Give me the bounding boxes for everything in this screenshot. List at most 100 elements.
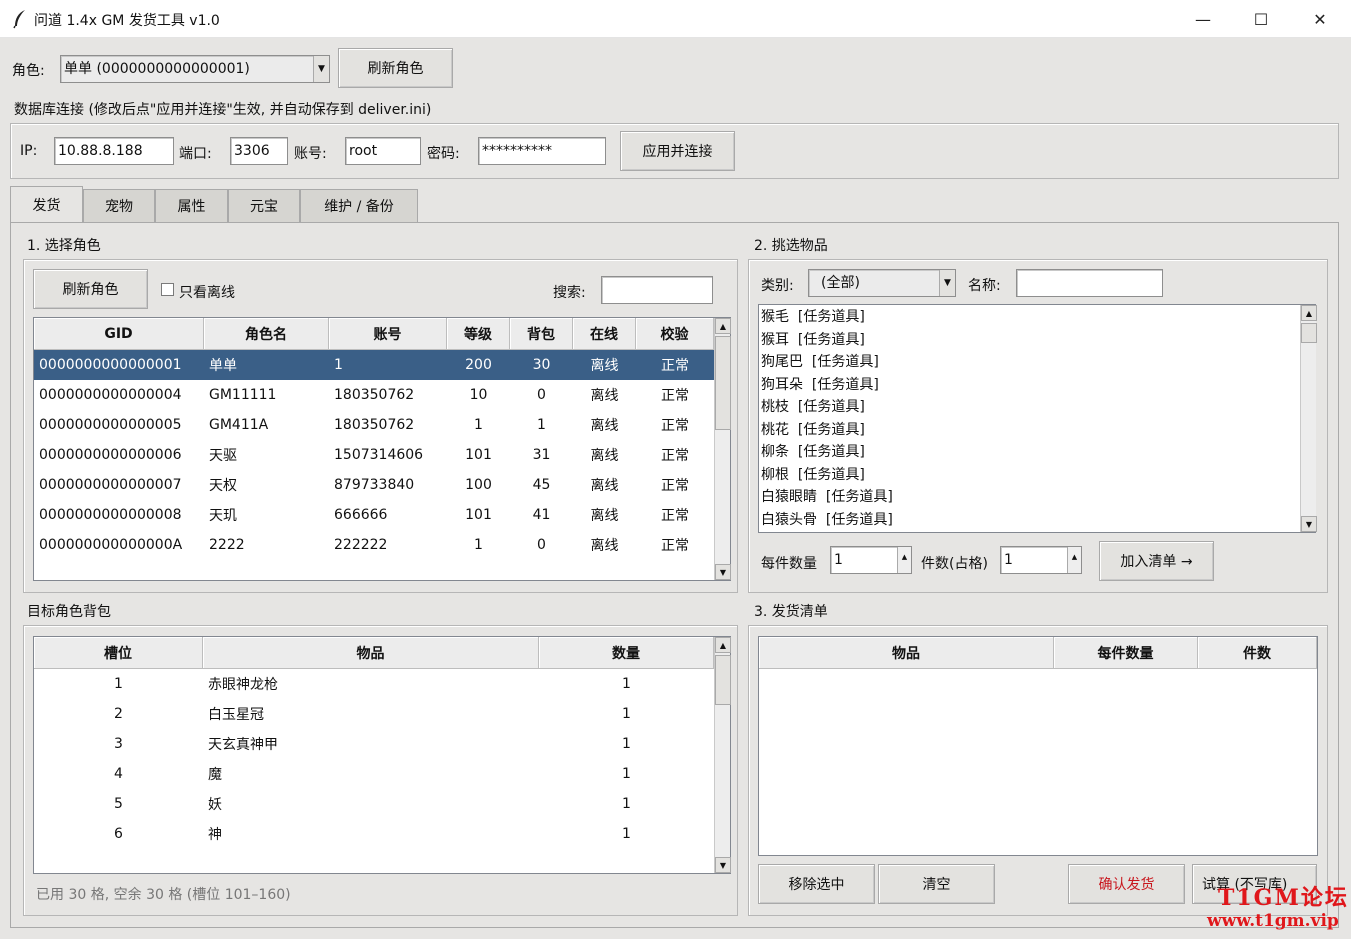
- db-section-title: 数据库连接 (修改后点"应用并连接"生效, 并自动保存到 deliver.ini…: [14, 102, 432, 118]
- tab-maintenance[interactable]: 维护 / 备份: [300, 189, 418, 222]
- scroll-up-icon[interactable]: ▲: [715, 637, 731, 653]
- table-row[interactable]: 0000000000000007 天权 879733840 100 45 离线 正常: [34, 470, 730, 500]
- table-row[interactable]: 2 白玉星冠 1: [34, 699, 730, 729]
- top-refresh-role-button[interactable]: 刷新角色: [338, 48, 453, 88]
- role-table-scrollbar[interactable]: ▲ ▼: [714, 318, 731, 580]
- role-search-input[interactable]: [601, 276, 713, 304]
- table-cell: 0000000000000008: [39, 507, 182, 523]
- maximize-button[interactable]: ☐: [1232, 0, 1290, 38]
- table-cell: 1: [622, 766, 631, 782]
- col-level[interactable]: 等级: [447, 318, 510, 350]
- remove-selected-button[interactable]: 移除选中: [758, 864, 875, 904]
- col-quantity[interactable]: 数量: [539, 637, 714, 669]
- table-cell: 天权: [209, 478, 237, 494]
- col-item[interactable]: 物品: [203, 637, 539, 669]
- table-row[interactable]: 5 妖 1: [34, 789, 730, 819]
- tab-yuanbao[interactable]: 元宝: [228, 189, 300, 222]
- scroll-down-icon[interactable]: ▼: [715, 857, 731, 873]
- item-listbox[interactable]: 猴毛 [任务道具] 猴耳 [任务道具] 狗尾巴 [任务道具] 狗耳朵 [任务道具] 桃枝…: [758, 304, 1316, 533]
- col-role-name[interactable]: 角色名: [204, 318, 329, 350]
- col-count[interactable]: 件数: [1198, 637, 1317, 669]
- table-row[interactable]: 0000000000000001 单单 1 200 30 离线 正常: [34, 350, 730, 380]
- col-gid[interactable]: GID: [34, 318, 204, 350]
- table-row[interactable]: 1 赤眼神龙枪 1: [34, 669, 730, 699]
- table-row[interactable]: 6 神 1: [34, 819, 730, 849]
- table-row[interactable]: 0000000000000006 天驱 1507314606 101 31 离线 正常: [34, 440, 730, 470]
- per-qty-label: 每件数量: [761, 556, 817, 572]
- col-per-qty[interactable]: 每件数量: [1054, 637, 1198, 669]
- table-row[interactable]: 0000000000000008 天玑 666666 101 41 离线 正常: [34, 500, 730, 530]
- scroll-thumb[interactable]: [715, 336, 731, 430]
- table-cell: 3: [114, 736, 123, 752]
- bag-table-header: 槽位 物品 数量: [34, 637, 730, 669]
- chevron-down-icon[interactable]: ▼: [939, 270, 955, 296]
- tab-attribute[interactable]: 属性: [155, 189, 228, 222]
- col-account[interactable]: 账号: [329, 318, 447, 350]
- user-field[interactable]: root: [345, 137, 421, 165]
- col-bag[interactable]: 背包: [510, 318, 573, 350]
- list-item[interactable]: 猴毛 [任务道具]: [759, 306, 1315, 329]
- table-cell: 101: [465, 447, 492, 463]
- item-name-search-input[interactable]: [1016, 269, 1163, 297]
- scroll-up-icon[interactable]: ▲: [715, 318, 731, 334]
- minimize-button[interactable]: —: [1174, 0, 1232, 38]
- list-item[interactable]: 狗耳朵 [任务道具]: [759, 374, 1315, 397]
- scroll-thumb[interactable]: [715, 655, 731, 705]
- offline-only-checkbox[interactable]: [161, 283, 174, 296]
- table-row[interactable]: 4 魔 1: [34, 759, 730, 789]
- list-item[interactable]: 桃花 [任务道具]: [759, 419, 1315, 442]
- list-item[interactable]: 白猿眼睛 [任务道具]: [759, 486, 1315, 509]
- category-combobox[interactable]: (全部) ▼: [808, 269, 956, 297]
- per-qty-spinbox[interactable]: 1 ▲▼: [830, 546, 912, 574]
- password-label: 密码:: [427, 146, 460, 162]
- list-item[interactable]: 柳根 [任务道具]: [759, 464, 1315, 487]
- tab-deliver[interactable]: 发货: [10, 186, 83, 223]
- list-item[interactable]: 狗尾巴 [任务道具]: [759, 351, 1315, 374]
- ip-field[interactable]: 10.88.8.188: [54, 137, 174, 165]
- chevron-down-icon[interactable]: ▼: [313, 56, 329, 82]
- tab-pet[interactable]: 宠物: [83, 189, 155, 222]
- close-button[interactable]: ✕: [1291, 0, 1349, 38]
- apply-connect-button[interactable]: 应用并连接: [620, 131, 735, 171]
- scroll-up-icon[interactable]: ▲: [1301, 305, 1317, 321]
- table-row[interactable]: 000000000000000A 2222 222222 1 0 离线 正常: [34, 530, 730, 560]
- table-cell: 1: [622, 706, 631, 722]
- list-item[interactable]: 桃枝 [任务道具]: [759, 396, 1315, 419]
- refresh-role-button[interactable]: 刷新角色: [33, 269, 148, 309]
- table-cell: 正常: [661, 358, 689, 374]
- col-slot[interactable]: 槽位: [34, 637, 203, 669]
- count-spinbox[interactable]: 1 ▲▼: [1000, 546, 1082, 574]
- password-field[interactable]: **********: [478, 137, 606, 165]
- clear-button[interactable]: 清空: [878, 864, 995, 904]
- add-to-list-button[interactable]: 加入清单 →: [1099, 541, 1214, 581]
- col-item[interactable]: 物品: [759, 637, 1054, 669]
- table-cell: 正常: [661, 418, 689, 434]
- table-cell: 正常: [661, 388, 689, 404]
- spin-arrows-icon[interactable]: ▲▼: [1067, 547, 1081, 573]
- scroll-down-icon[interactable]: ▼: [715, 564, 731, 580]
- table-cell: 180350762: [334, 417, 415, 433]
- item-list-scrollbar[interactable]: ▲ ▼: [1300, 305, 1317, 532]
- confirm-deliver-button[interactable]: 确认发货: [1068, 864, 1185, 904]
- scroll-thumb[interactable]: [1301, 323, 1317, 343]
- table-cell: 天玄真神甲: [208, 737, 278, 753]
- table-row[interactable]: 3 天玄真神甲 1: [34, 729, 730, 759]
- select-role-title: 1. 选择角色: [27, 238, 101, 254]
- watermark-forum-name: T1GM论坛: [1218, 885, 1349, 911]
- col-online[interactable]: 在线: [573, 318, 636, 350]
- list-item[interactable]: 柳条 [任务道具]: [759, 441, 1315, 464]
- bag-scrollbar[interactable]: ▲ ▼: [714, 637, 731, 873]
- count-label: 件数(占格): [921, 556, 988, 572]
- role-combobox[interactable]: 单单 (0000000000000001) ▼: [60, 55, 330, 83]
- list-item[interactable]: 白猿头骨 [任务道具]: [759, 509, 1315, 532]
- col-check[interactable]: 校验: [636, 318, 714, 350]
- table-cell: 离线: [590, 418, 619, 434]
- spin-arrows-icon[interactable]: ▲▼: [897, 547, 911, 573]
- scroll-down-icon[interactable]: ▼: [1301, 516, 1317, 532]
- count-value: 1: [1004, 552, 1013, 568]
- table-cell: 200: [465, 357, 492, 373]
- table-row[interactable]: 0000000000000004 GM11111 180350762 10 0 离线 正常: [34, 380, 730, 410]
- table-row[interactable]: 0000000000000005 GM411A 180350762 1 1 离线 正常: [34, 410, 730, 440]
- list-item[interactable]: 猴耳 [任务道具]: [759, 329, 1315, 352]
- port-field[interactable]: 3306: [230, 137, 288, 165]
